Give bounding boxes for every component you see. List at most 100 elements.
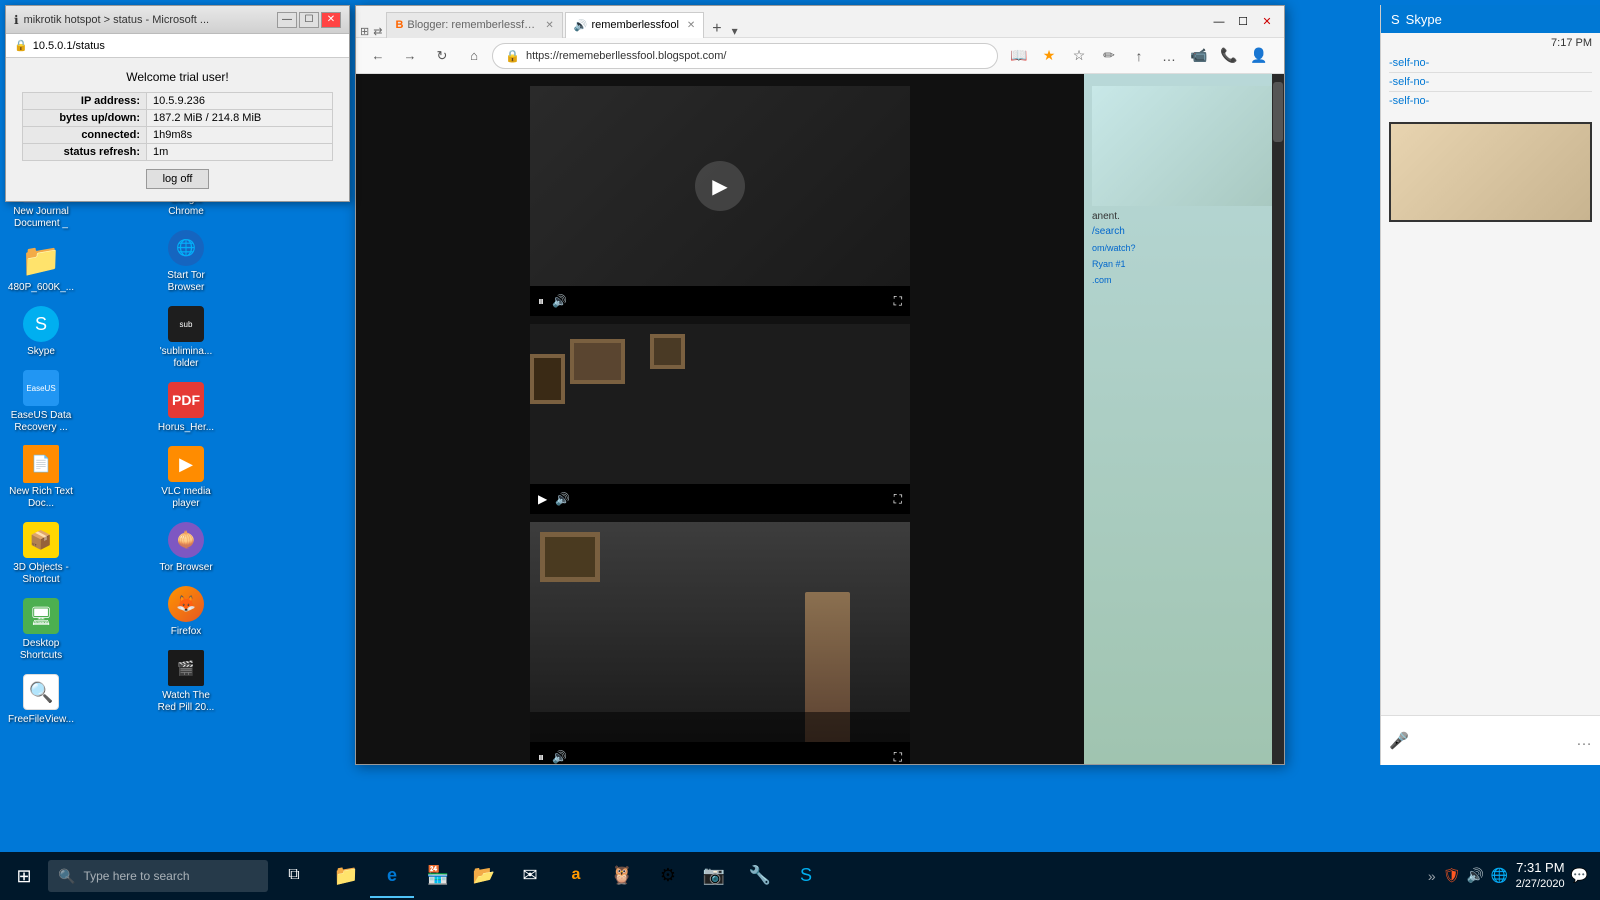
icon-desktop-shortcuts[interactable]: 🖥 Desktop Shortcuts	[5, 592, 77, 666]
frame-decor-2	[650, 334, 685, 369]
taskbar-clock[interactable]: 7:31 PM 2/27/2020	[1516, 859, 1565, 893]
icon-tor-browser[interactable]: 🧅 Tor Browser	[150, 516, 222, 578]
horus-icon: PDF	[168, 382, 204, 418]
icon-start-tor-browser[interactable]: 🌐 Start Tor Browser	[150, 224, 222, 298]
icon-horus[interactable]: PDF Horus_Her...	[150, 376, 222, 438]
mikrotik-window-controls: — ☐ ✕	[277, 12, 341, 28]
mikrotik-maximize-button[interactable]: ☐	[299, 12, 319, 28]
tab-rememberlessfool[interactable]: 🔊 rememberlessfool ✕	[565, 12, 705, 38]
address-bar[interactable]: 🔒 https://rememeberllessfool.blogspot.co…	[492, 43, 998, 69]
taskbar-mail[interactable]: ✉	[508, 854, 552, 898]
notes-icon[interactable]: ✏	[1096, 43, 1122, 69]
browser-maximize-button[interactable]: ☐	[1232, 11, 1254, 33]
phone-icon[interactable]: 📞	[1216, 43, 1242, 69]
ip-label: IP address:	[23, 93, 147, 110]
taskbar-store[interactable]: 🏪	[416, 854, 460, 898]
tab-rememberlessfool-close[interactable]: ✕	[687, 20, 695, 31]
pause-button-3[interactable]: ⏸	[538, 750, 544, 765]
icon-480p[interactable]: 📁 480P_600K_...	[5, 236, 77, 298]
browser-minimize-button[interactable]: —	[1208, 11, 1230, 33]
icon-firefox[interactable]: 🦊 Firefox	[150, 580, 222, 642]
play-button-1[interactable]: ▶	[695, 161, 745, 211]
taskbar-skype[interactable]: S	[784, 854, 828, 898]
network-tray-icon[interactable]: 🌐	[1490, 866, 1510, 886]
icon-rich-text[interactable]: 📄 New Rich Text Doc...	[5, 440, 77, 514]
taskbar-search-input[interactable]	[83, 869, 243, 883]
icon-tor-browser-label: Tor Browser	[159, 562, 212, 574]
logout-button[interactable]: log off	[146, 169, 210, 189]
taskbar-task-view[interactable]: ⧉	[272, 854, 316, 898]
blogger-favicon: B	[395, 19, 403, 31]
collections-icon[interactable]: ☆	[1066, 43, 1092, 69]
skype-taskbar-icon: S	[800, 865, 812, 886]
icon-freefileview[interactable]: 🔍 FreeFileView...	[5, 668, 77, 730]
sidebar-search-link[interactable]: /search	[1092, 226, 1276, 237]
forward-button[interactable]: →	[396, 43, 424, 69]
taskbar-date: 2/27/2020	[1516, 877, 1565, 892]
tab-list-button[interactable]: ▾	[728, 24, 742, 38]
sidebar-permanent-text: anent.	[1092, 211, 1120, 222]
sidebar-watch-link[interactable]: om/watch?	[1092, 243, 1276, 253]
home-button[interactable]: ⌂	[460, 43, 488, 69]
fullscreen-button-2[interactable]: ⛶	[894, 492, 902, 507]
mikrotik-close-button[interactable]: ✕	[321, 12, 341, 28]
taskbar-search-box[interactable]: 🔍	[48, 860, 268, 892]
video-call-icon[interactable]: 📹	[1186, 43, 1212, 69]
ip-value: 10.5.9.236	[147, 93, 333, 110]
new-tab-button[interactable]: +	[706, 20, 727, 38]
account-icon[interactable]: 👤	[1246, 43, 1272, 69]
share-icon[interactable]: ↑	[1126, 43, 1152, 69]
start-button[interactable]: ⊞	[0, 852, 48, 900]
taskbar-edge[interactable]: e	[370, 854, 414, 898]
vertical-scrollbar[interactable]	[1272, 74, 1284, 764]
sidebar-com-link[interactable]: .com	[1092, 275, 1276, 285]
refresh-button[interactable]: ↻	[428, 43, 456, 69]
taskbar-overflow-icon[interactable]: »	[1428, 868, 1436, 884]
volume-button-3[interactable]: 🔊	[552, 750, 567, 764]
icon-vlc-label: VLC media player	[154, 486, 218, 510]
volume-button-2[interactable]: 🔊	[555, 492, 570, 506]
icon-watch-red-pill[interactable]: 🎬 Watch The Red Pill 20...	[150, 644, 222, 718]
pause-button-1[interactable]: ⏸	[538, 294, 544, 309]
antivirus-tray-icon[interactable]: 🛡	[1442, 866, 1462, 886]
skype-message-3: -self-no-	[1389, 95, 1592, 107]
taskbar-app9[interactable]: ⚙	[646, 854, 690, 898]
icon-3d-objects[interactable]: 📦 3D Objects - Shortcut	[5, 516, 77, 590]
back-button[interactable]: ←	[364, 43, 392, 69]
volume-tray-icon[interactable]: 🔊	[1466, 866, 1486, 886]
play-button-2[interactable]: ▶	[538, 492, 547, 506]
wall-frame	[540, 532, 600, 582]
frame-decor-3	[530, 354, 565, 404]
icon-vlc[interactable]: ▶ VLC media player	[150, 440, 222, 514]
fullscreen-button-1[interactable]: ⛶	[894, 294, 902, 309]
skype-more-icon[interactable]: …	[1576, 732, 1592, 750]
settings-icon[interactable]: …	[1156, 43, 1182, 69]
browser-content-area: ▶ ⏸ 🔊 ⛶	[356, 74, 1284, 764]
taskbar: ⊞ 🔍 ⧉ 📁 e 🏪 📂 ✉	[0, 852, 1600, 900]
icon-skype[interactable]: S Skype	[5, 300, 77, 362]
tab-blogger[interactable]: B Blogger: rememberlessfool ✕	[386, 12, 562, 38]
browser-close-button[interactable]: ✕	[1256, 11, 1278, 33]
icon-sublimina[interactable]: sub 'sublimina... folder	[150, 300, 222, 374]
taskbar-file-manager[interactable]: 📂	[462, 854, 506, 898]
skype-input-area: 🎤 …	[1381, 715, 1600, 765]
volume-button-1[interactable]: 🔊	[552, 294, 567, 308]
mikrotik-minimize-button[interactable]: —	[277, 12, 297, 28]
favorites-icon[interactable]: ★	[1036, 43, 1062, 69]
mikrotik-address-bar[interactable]: 🔒 10.5.0.1/status	[6, 34, 349, 58]
fullscreen-button-3[interactable]: ⛶	[894, 750, 902, 765]
taskbar-amazon[interactable]: a	[554, 854, 598, 898]
reading-view-icon[interactable]: 📖	[1006, 43, 1032, 69]
icon-easeus[interactable]: EaseUS EaseUS Data Recovery ...	[5, 364, 77, 438]
browser-navbar: ← → ↻ ⌂ 🔒 https://rememeberllessfool.blo…	[356, 38, 1284, 74]
taskbar-tripadvisor[interactable]: 🦉	[600, 854, 644, 898]
sidebar-ryan-link[interactable]: Ryan #1	[1092, 259, 1276, 269]
skype-mic-icon[interactable]: 🎤	[1389, 731, 1409, 751]
desktop-shortcuts-icon: 🖥	[23, 598, 59, 634]
tab-blogger-close[interactable]: ✕	[545, 20, 553, 31]
taskbar-camera[interactable]: 📷	[692, 854, 736, 898]
taskbar-app11[interactable]: 🔧	[738, 854, 782, 898]
scrollbar-thumb[interactable]	[1273, 82, 1283, 142]
taskbar-file-explorer[interactable]: 📁	[324, 854, 368, 898]
notification-icon[interactable]: 💬	[1571, 867, 1588, 884]
